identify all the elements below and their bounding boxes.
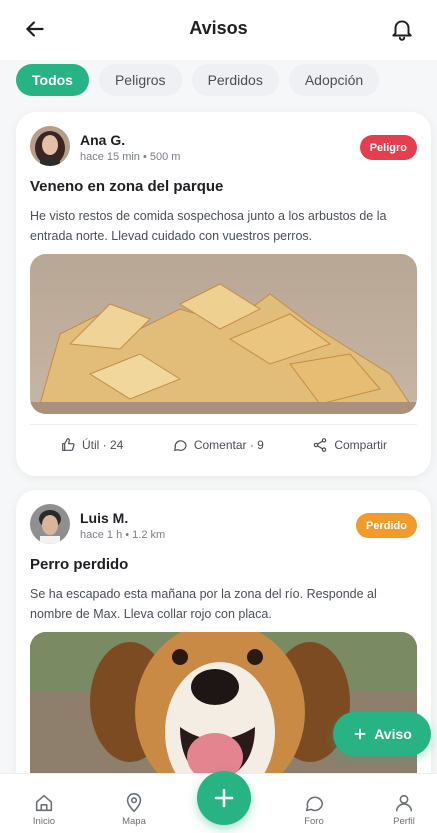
- status-badge: Perdido: [356, 513, 417, 538]
- filter-chip-todos[interactable]: Todos: [16, 64, 89, 96]
- post-photo[interactable]: [30, 632, 417, 790]
- post-title[interactable]: Veneno en zona del parque: [30, 178, 223, 195]
- post-actions: Útil · 24 Comentar · 9 Compartir: [30, 424, 417, 464]
- share-label: Compartir: [334, 437, 387, 452]
- nav-item-foro[interactable]: Foro: [284, 792, 344, 827]
- nav-label: Mapa: [122, 816, 146, 827]
- avatar[interactable]: [30, 504, 70, 544]
- post-title[interactable]: Perro perdido: [30, 556, 128, 573]
- post-meta: hace 15 min • 500 m: [80, 151, 181, 163]
- post-photo[interactable]: [30, 254, 417, 414]
- filter-chips: Todos Peligros Perdidos Adopción: [16, 64, 421, 96]
- new-aviso-button[interactable]: Aviso: [333, 712, 431, 756]
- chat-bubble-icon: [305, 796, 324, 812]
- nav-item-mapa[interactable]: Mapa: [104, 792, 164, 827]
- map-pin-icon: [126, 793, 142, 813]
- share-button[interactable]: Compartir: [312, 437, 387, 453]
- nav-label: Foro: [304, 816, 324, 827]
- post-body: Se ha escapado esta mañana por la zona d…: [30, 587, 377, 621]
- create-post-button[interactable]: [197, 771, 251, 825]
- post-author[interactable]: Luis M.: [80, 510, 128, 526]
- nav-label: Perfil: [393, 816, 415, 827]
- nav-item-inicio[interactable]: Inicio: [14, 792, 74, 827]
- filter-chip-adopcion[interactable]: Adopción: [288, 64, 380, 96]
- user-icon: [395, 794, 413, 812]
- status-badge: Peligro: [359, 135, 417, 160]
- useful-button[interactable]: Útil · 24: [60, 437, 123, 453]
- nav-item-perfil[interactable]: Perfil: [374, 792, 434, 827]
- post-author[interactable]: Ana G.: [80, 132, 125, 148]
- avatar[interactable]: [30, 126, 70, 166]
- home-icon: [35, 794, 53, 812]
- comment-icon: [173, 439, 187, 451]
- post-body: He visto restos de comida sospechosa jun…: [30, 209, 387, 243]
- filter-chip-peligros[interactable]: Peligros: [98, 64, 182, 96]
- filter-chip-perdidos[interactable]: Perdidos: [191, 64, 279, 96]
- thumbs-up-icon: [62, 437, 75, 451]
- app-header: Avisos: [0, 0, 437, 60]
- comment-label: Comentar · 9: [193, 437, 264, 452]
- bell-icon[interactable]: [389, 16, 415, 42]
- share-icon: [314, 437, 327, 452]
- plus-icon: [214, 788, 234, 808]
- post-card[interactable]: Ana G. hace 15 min • 500 m Peligro Venen…: [16, 112, 431, 476]
- useful-label: Útil · 24: [82, 437, 124, 452]
- nav-label: Inicio: [32, 816, 56, 827]
- comment-button[interactable]: Comentar · 9: [172, 437, 264, 453]
- page-title: Avisos: [189, 18, 248, 38]
- post-meta: hace 1 h • 1.2 km: [80, 529, 166, 541]
- plus-icon: [354, 728, 366, 740]
- new-aviso-label: Aviso: [374, 726, 412, 742]
